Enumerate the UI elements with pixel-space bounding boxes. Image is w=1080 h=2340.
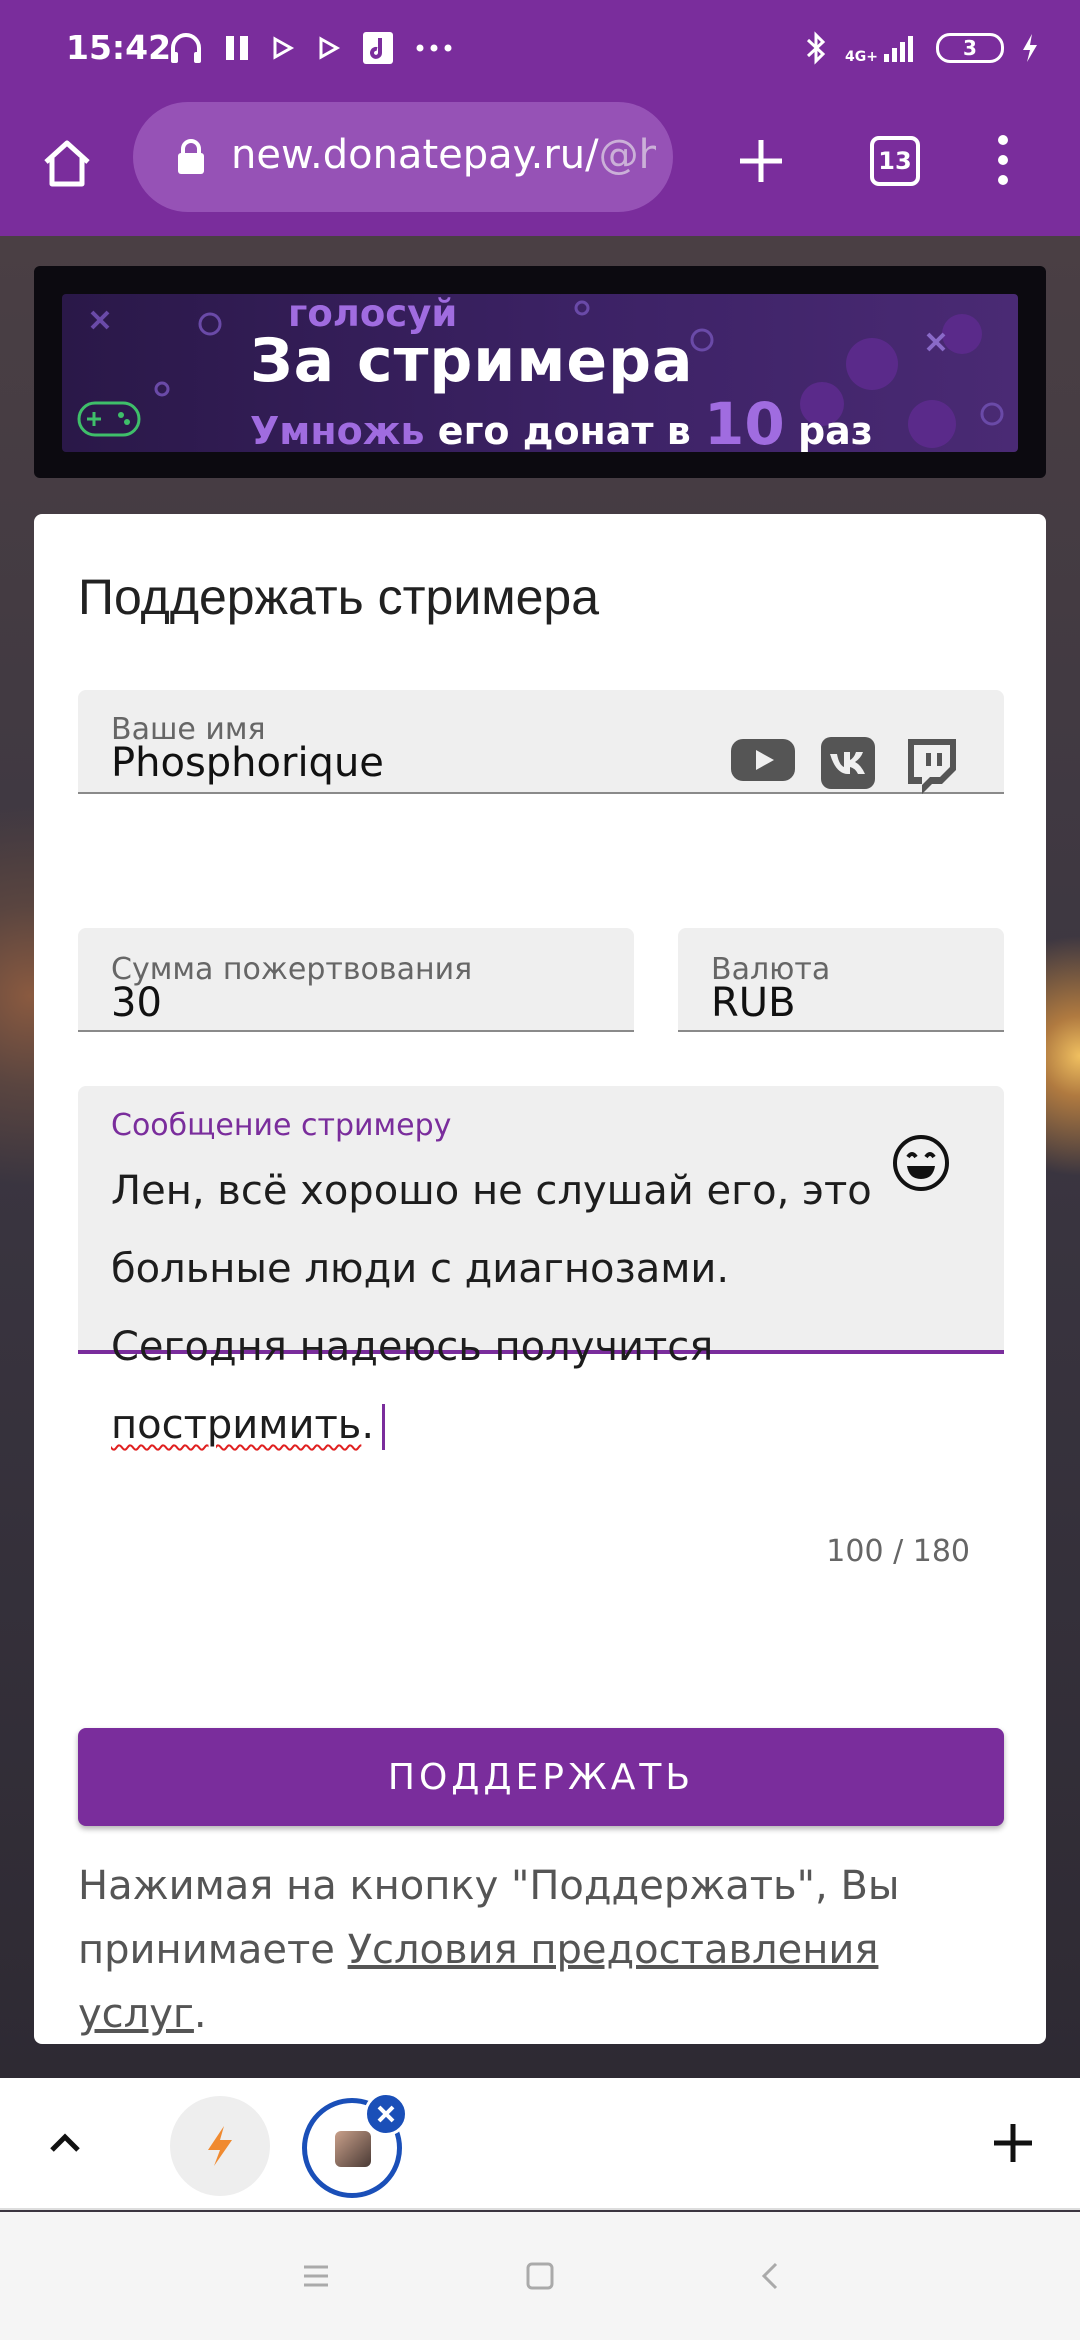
battery-level: 3 — [963, 36, 977, 60]
youtube-icon[interactable] — [730, 736, 796, 784]
character-counter: 100 / 180 — [826, 1534, 970, 1569]
close-tab-button[interactable] — [364, 2092, 408, 2136]
play-icon — [319, 36, 341, 60]
chevron-up-icon[interactable] — [44, 2122, 86, 2164]
smile-icon[interactable] — [890, 1132, 952, 1194]
network-type: 4G+ — [845, 49, 878, 65]
home-icon[interactable] — [40, 136, 94, 190]
avatar — [335, 2131, 371, 2167]
address-bar[interactable]: new.donatepay.ru/@h — [133, 102, 673, 212]
pause-icon — [226, 36, 248, 60]
bottom-tab-strip — [0, 2078, 1080, 2210]
donation-form: Поддержать стримера Ваше имя Phosphoriqu… — [34, 514, 1046, 2044]
submit-button[interactable]: ПОДДЕРЖАТЬ — [78, 1728, 1004, 1826]
browser-toolbar: new.donatepay.ru/@h 13 — [0, 96, 1080, 236]
terms-notice: Нажимая на кнопку "Поддержать", Вы прини… — [78, 1863, 900, 2037]
gamepad-icon — [77, 401, 141, 437]
system-navigation-bar — [0, 2212, 1080, 2340]
message-field[interactable]: Сообщение стримеру Лен, всё хорошо не сл… — [78, 1086, 1004, 1450]
status-bar: 15:42 4G+ 3 — [0, 0, 1080, 96]
headphones-icon — [171, 33, 201, 63]
form-title: Поддержать стримера — [78, 569, 600, 625]
home-button-icon[interactable] — [524, 2260, 556, 2292]
music-note-icon — [363, 32, 393, 64]
vk-icon[interactable] — [820, 736, 876, 790]
currency-select[interactable]: Валюта RUB — [678, 928, 1004, 1032]
amount-label: Сумма пожертвования — [111, 952, 473, 987]
tab-thumbnail[interactable] — [170, 2096, 270, 2196]
page-content: голосуй За стримера Умножь его донат в 1… — [0, 236, 1080, 2078]
status-time: 15:42 — [66, 28, 172, 67]
url-text: new.donatepay.ru/@h — [231, 132, 656, 178]
banner-title: За стримера — [250, 326, 694, 396]
lock-icon — [178, 139, 204, 174]
banner-subline: Умножь его донат в 10 раз — [250, 390, 873, 452]
misspelled-word: постримить — [111, 1402, 362, 1448]
signal-icon — [884, 36, 913, 62]
tab-count: 13 — [878, 147, 912, 175]
amount-input[interactable]: 30 — [111, 980, 162, 1026]
text-cursor — [382, 1404, 386, 1450]
close-icon — [377, 2105, 395, 2123]
battery-icon: 3 — [936, 33, 1004, 63]
bolt-icon — [208, 2126, 232, 2166]
promo-banner[interactable]: голосуй За стримера Умножь его донат в 1… — [34, 266, 1046, 478]
tab-switcher-button[interactable]: 13 — [870, 136, 920, 186]
promo-banner-inner: голосуй За стримера Умножь его донат в 1… — [62, 294, 1018, 452]
new-tab-icon[interactable] — [736, 136, 786, 186]
message-textarea[interactable]: Лен, всё хорошо не слушай его, это больн… — [111, 1152, 891, 1464]
bluetooth-icon — [807, 31, 826, 65]
network-indicator: 4G+ — [845, 32, 920, 64]
currency-value[interactable]: RUB — [711, 980, 796, 1026]
charging-icon — [1023, 34, 1037, 62]
back-icon[interactable] — [756, 2260, 784, 2292]
twitch-icon[interactable] — [904, 736, 960, 798]
name-input[interactable]: Phosphorique — [111, 740, 384, 786]
recent-apps-icon[interactable] — [300, 2262, 332, 2290]
message-label: Сообщение стримеру — [111, 1108, 452, 1143]
play-icon — [273, 36, 295, 60]
more-notifications-icon — [416, 44, 452, 52]
name-field[interactable]: Ваше имя Phosphorique — [78, 690, 1004, 794]
amount-field[interactable]: Сумма пожертвования 30 — [78, 928, 634, 1032]
add-tab-icon[interactable] — [990, 2120, 1036, 2166]
menu-icon[interactable] — [988, 130, 1018, 190]
